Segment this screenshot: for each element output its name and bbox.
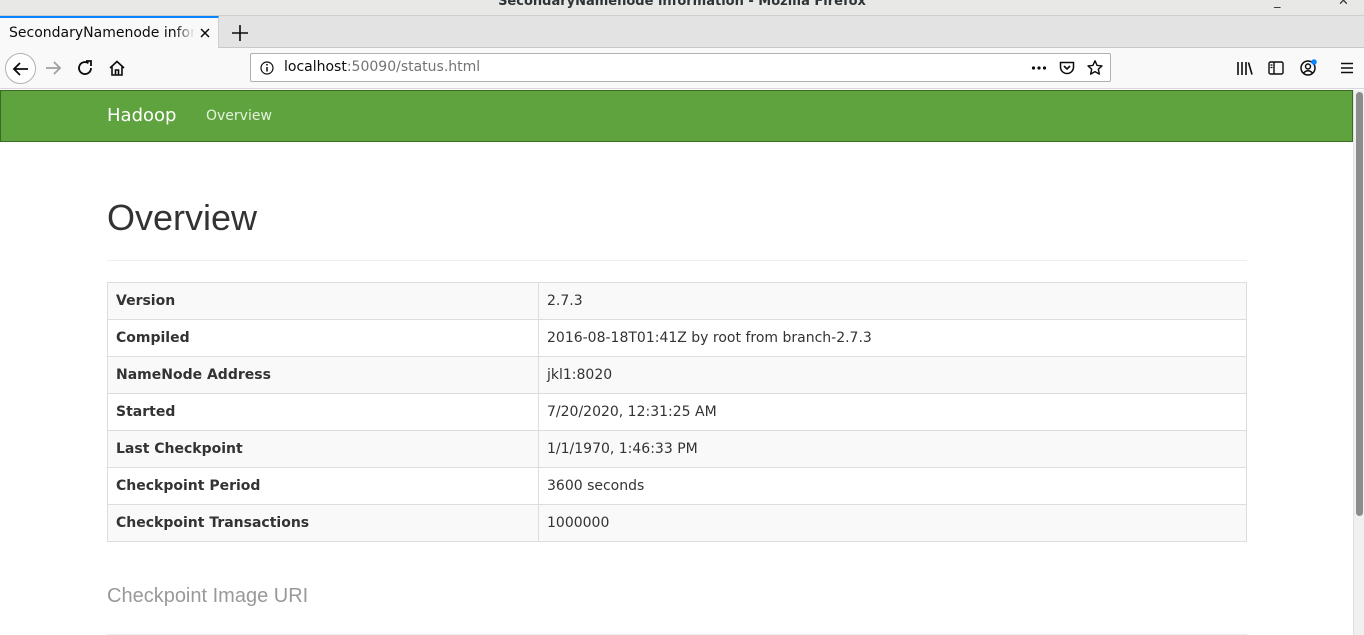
table-row: NameNode Address jkl1:8020: [107, 356, 1247, 394]
url-bar[interactable]: localhost:50090/status.html: [250, 53, 1111, 82]
row-value: 1/1/1970, 1:46:33 PM: [538, 430, 1247, 468]
url-host: localhost: [284, 59, 347, 75]
table-row: Checkpoint Transactions 1000000: [107, 504, 1247, 542]
plus-icon: [232, 25, 248, 41]
window-title: SecondaryNamenode information - Mozilla …: [498, 0, 866, 9]
row-value: jkl1:8020: [538, 356, 1247, 394]
sidebar-icon[interactable]: [1264, 56, 1288, 80]
minimize-icon[interactable]: _: [1274, 0, 1281, 9]
divider: [107, 260, 1247, 261]
row-key: Version: [107, 282, 539, 320]
tab-strip: SecondaryNamenode information: [0, 16, 1364, 49]
url-path: :50090/status.html: [346, 59, 481, 75]
row-key: Compiled: [107, 319, 539, 357]
row-key: Last Checkpoint: [107, 430, 539, 468]
hadoop-navbar: Hadoop Overview: [0, 90, 1353, 142]
account-icon[interactable]: [1296, 56, 1320, 80]
window-titlebar: SecondaryNamenode information - Mozilla …: [0, 0, 1364, 16]
section-heading: Checkpoint Image URI: [107, 585, 309, 607]
close-icon[interactable]: [198, 26, 212, 40]
back-button[interactable]: [5, 53, 36, 84]
row-value: 2.7.3: [538, 282, 1247, 320]
star-icon[interactable]: [1086, 59, 1104, 77]
more-icon[interactable]: [1030, 59, 1048, 77]
forward-button[interactable]: [41, 56, 65, 80]
row-value: 2016-08-18T01:41Z by root from branch-2.…: [538, 319, 1247, 357]
row-value: 1000000: [538, 504, 1247, 542]
new-tab-button[interactable]: [228, 22, 252, 44]
row-value: 7/20/2020, 12:31:25 AM: [538, 393, 1247, 431]
page-title: Overview: [107, 197, 258, 238]
url-text[interactable]: localhost:50090/status.html: [284, 59, 480, 75]
scrollbar-thumb[interactable]: [1356, 92, 1363, 516]
table-row: Checkpoint Period 3600 seconds: [107, 467, 1247, 505]
page-content: Hadoop Overview Overview Version 2.7.3 C…: [0, 90, 1353, 635]
reload-button[interactable]: [73, 56, 97, 80]
row-key: Checkpoint Transactions: [107, 504, 539, 542]
tab-secondarynamenode[interactable]: SecondaryNamenode information: [0, 16, 219, 49]
nav-link-overview[interactable]: Overview: [206, 108, 272, 124]
pocket-icon[interactable]: [1058, 59, 1076, 77]
tab-label: SecondaryNamenode information: [9, 25, 195, 41]
table-row: Compiled 2016-08-18T01:41Z by root from …: [107, 319, 1247, 357]
close-window-icon[interactable]: ✕: [1338, 0, 1349, 9]
menu-icon[interactable]: [1335, 56, 1359, 80]
home-icon: [109, 60, 125, 76]
vertical-scrollbar[interactable]: [1353, 90, 1364, 635]
row-key: NameNode Address: [107, 356, 539, 394]
forward-arrow-icon: [46, 61, 62, 75]
brand-link[interactable]: Hadoop: [107, 105, 176, 126]
library-icon[interactable]: [1233, 56, 1257, 80]
table-row: Started 7/20/2020, 12:31:25 AM: [107, 393, 1247, 431]
reload-icon: [78, 60, 92, 75]
table-row: Last Checkpoint 1/1/1970, 1:46:33 PM: [107, 430, 1247, 468]
info-icon[interactable]: [260, 61, 274, 75]
table-row: Version 2.7.3: [107, 282, 1247, 320]
row-key: Checkpoint Period: [107, 467, 539, 505]
nav-toolbar: localhost:50090/status.html: [0, 48, 1364, 89]
row-value: 3600 seconds: [538, 467, 1247, 505]
home-button[interactable]: [105, 56, 129, 80]
row-key: Started: [107, 393, 539, 431]
back-arrow-icon: [12, 61, 28, 76]
overview-table: Version 2.7.3 Compiled 2016-08-18T01:41Z…: [107, 282, 1247, 542]
